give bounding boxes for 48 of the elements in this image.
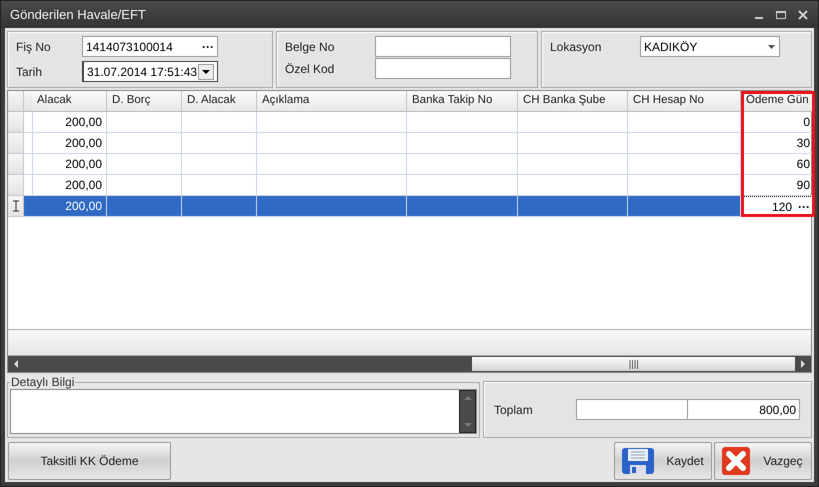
field-label: Özel Kod xyxy=(285,62,336,76)
receipt-number-field[interactable]: 1414073100014 ··· xyxy=(82,36,218,57)
field-label: Belge No xyxy=(285,40,336,54)
scroll-left-icon[interactable] xyxy=(12,359,20,369)
column-header[interactable]: CH Hesap No xyxy=(628,91,741,112)
save-button[interactable]: Kaydet xyxy=(614,442,712,480)
column-header[interactable]: Açıklama xyxy=(257,91,407,112)
column-header[interactable]: CH Banka Şube xyxy=(518,91,628,112)
ellipsis-button[interactable]: ··· xyxy=(798,200,810,214)
table-cell: 200,00 xyxy=(32,196,107,217)
cancel-button[interactable]: Vazgeç xyxy=(714,442,812,480)
scrollbar-thumb[interactable] xyxy=(472,357,795,371)
document-number-field[interactable] xyxy=(375,36,511,57)
column-header[interactable]: D. Borç xyxy=(107,91,182,112)
close-icon[interactable] xyxy=(796,8,810,22)
grip-icon xyxy=(628,360,638,368)
dropdown-icon[interactable] xyxy=(198,64,214,80)
field-label: Fiş No xyxy=(16,40,52,54)
table-cell: 200,00 xyxy=(32,133,107,154)
table-cell: 200,00 xyxy=(32,154,107,175)
row-indicator[interactable] xyxy=(8,196,24,217)
window-title: Gönderilen Havale/EFT xyxy=(10,7,146,22)
detail-text-area[interactable] xyxy=(10,389,477,434)
installment-button[interactable]: Taksitli KK Ödeme xyxy=(8,442,171,480)
table-cell: 60 xyxy=(741,154,815,175)
column-header[interactable]: Banka Takip No xyxy=(407,91,518,112)
table-cell: 0 xyxy=(741,112,815,133)
total-label: Toplam xyxy=(494,402,534,416)
cross-icon xyxy=(721,446,751,476)
special-code-field[interactable] xyxy=(375,58,511,79)
column-header[interactable]: D. Alacak xyxy=(182,91,257,112)
table-cell: 200,00 xyxy=(32,112,107,133)
field-label: Lokasyon xyxy=(550,40,602,54)
vertical-scrollbar[interactable] xyxy=(459,390,476,433)
group-title: Detaylı Bilgi xyxy=(10,375,76,389)
scroll-down-icon[interactable] xyxy=(462,422,472,428)
scroll-up-icon[interactable] xyxy=(462,395,472,401)
column-header[interactable]: Alacak xyxy=(32,91,107,112)
horizontal-scrollbar[interactable] xyxy=(8,356,811,372)
ellipsis-button[interactable]: ··· xyxy=(202,40,214,54)
total-amount-field[interactable]: 800,00 xyxy=(688,399,800,420)
scroll-right-icon[interactable] xyxy=(799,359,807,369)
dropdown-icon xyxy=(768,44,776,50)
date-field[interactable]: 31.07.2014 17:51:43 xyxy=(82,61,218,82)
table-cell: 30 xyxy=(741,133,815,154)
location-dropdown[interactable]: KADIKÖY xyxy=(640,36,780,57)
total-field[interactable] xyxy=(576,399,688,420)
field-label: Tarih xyxy=(16,64,44,78)
